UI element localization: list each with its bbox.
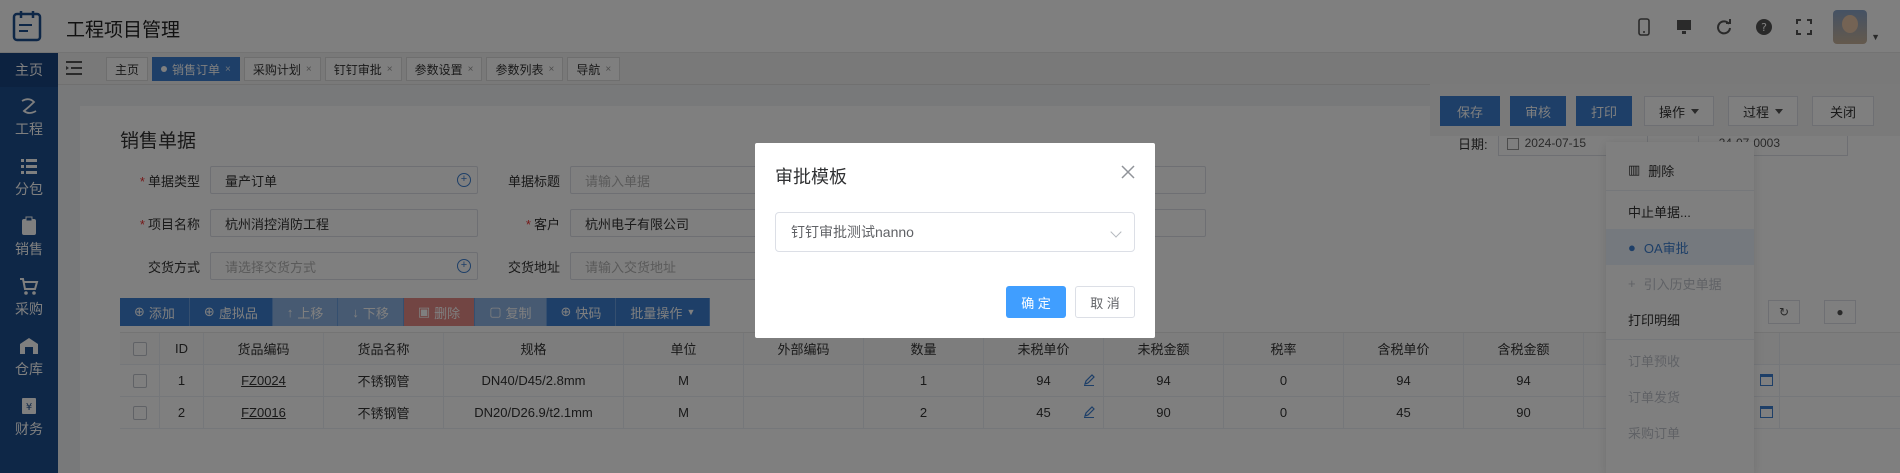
template-select[interactable]: 钉钉审批测试nanno [775, 212, 1135, 252]
selected-template: 钉钉审批测试nanno [791, 224, 914, 240]
approval-template-dialog: 审批模板 钉钉审批测试nanno 确 定 取 消 [755, 143, 1155, 338]
confirm-button[interactable]: 确 定 [1006, 286, 1066, 318]
cancel-button[interactable]: 取 消 [1075, 286, 1135, 318]
close-icon[interactable] [1121, 165, 1135, 179]
dialog-title: 审批模板 [775, 167, 847, 187]
chevron-down-icon [1110, 226, 1122, 238]
